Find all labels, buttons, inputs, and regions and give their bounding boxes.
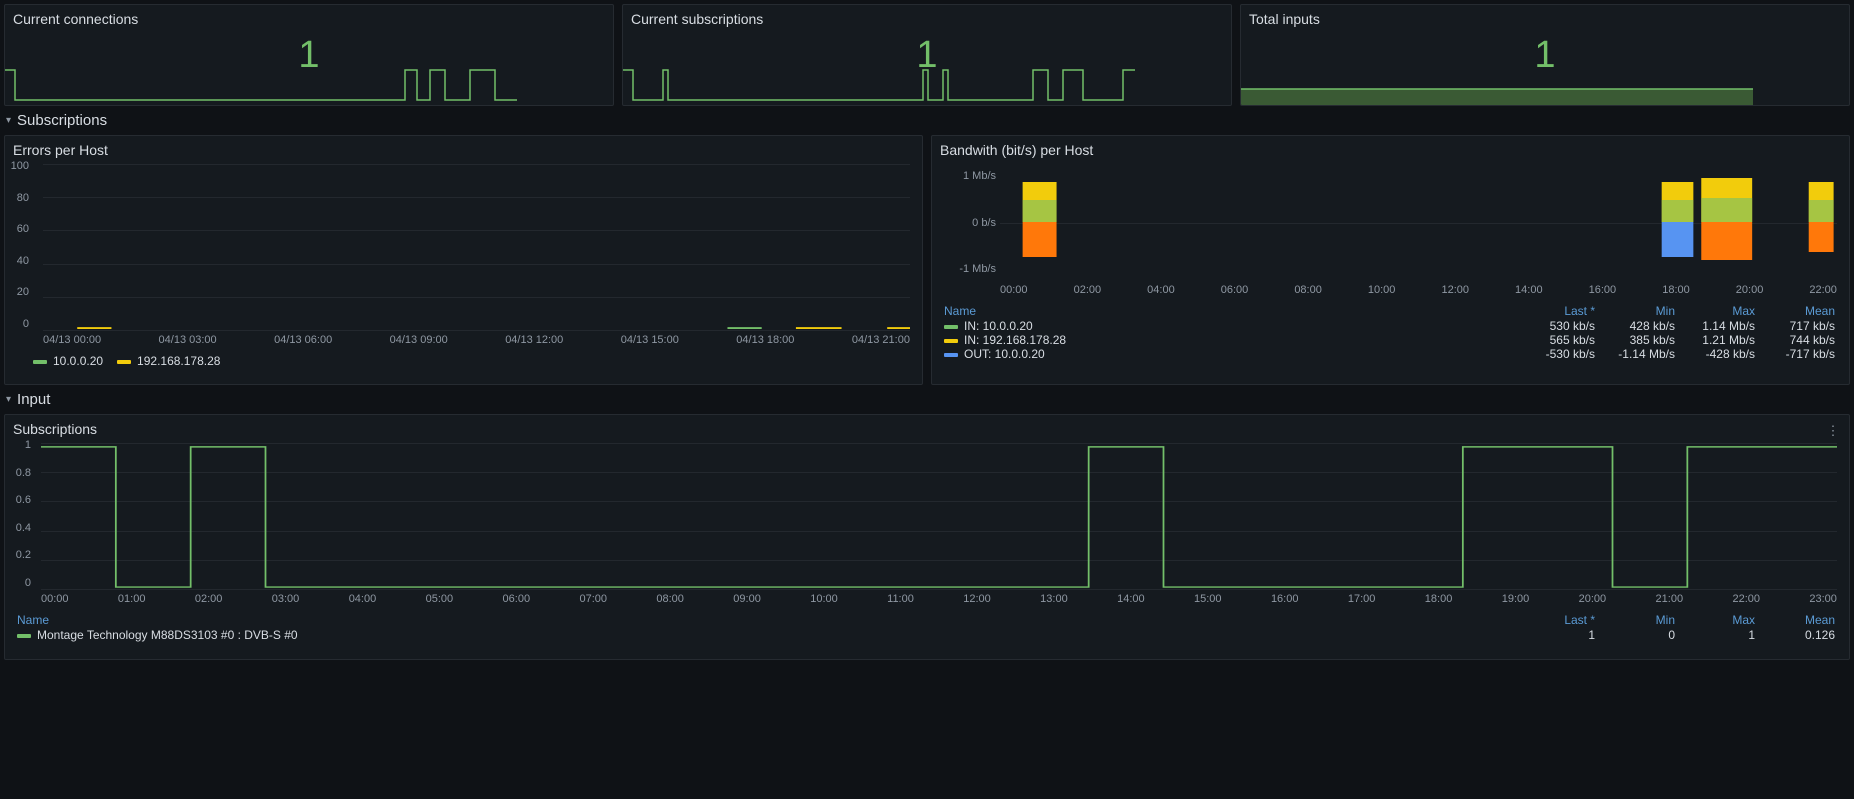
y-axis: 1 Mb/s0 b/s-1 Mb/s <box>940 170 1000 275</box>
legend-row[interactable]: Montage Technology M88DS3103 #0 : DVB-S … <box>13 628 1841 642</box>
legend-header[interactable]: Name Last * Min Max Mean <box>940 304 1841 319</box>
legend: 10.0.0.20 192.168.178.28 <box>13 350 914 368</box>
section-subscriptions-toggle[interactable]: ▾ Subscriptions <box>4 106 1850 135</box>
x-axis: 00:0002:0004:0006:0008:0010:0012:0014:00… <box>1000 284 1837 300</box>
panel-title: Total inputs <box>1249 11 1841 27</box>
section-title: Subscriptions <box>17 112 107 129</box>
panel-title: Bandwith (bit/s) per Host <box>940 142 1841 158</box>
panel-menu-icon[interactable]: ⋮ <box>1823 421 1843 441</box>
chevron-down-icon: ▾ <box>6 115 11 126</box>
panel-title: Current connections <box>13 11 605 27</box>
x-axis: 04/13 00:0004/13 03:0004/13 06:0004/13 0… <box>43 334 910 350</box>
chevron-down-icon: ▾ <box>6 394 11 405</box>
legend-swatch <box>944 325 958 329</box>
sparkline <box>1241 65 1753 105</box>
stat-current-connections[interactable]: Current connections 1 <box>4 4 614 106</box>
panel-title: Errors per Host <box>13 142 914 158</box>
legend-row[interactable]: IN: 10.0.0.20530 kb/s428 kb/s1.14 Mb/s71… <box>940 319 1841 333</box>
legend-swatch <box>944 339 958 343</box>
panel-title: Subscriptions <box>13 421 1841 437</box>
y-axis: 10.80.60.40.20 <box>0 439 35 589</box>
legend-row[interactable]: OUT: 10.0.0.20-530 kb/s-1.14 Mb/s-428 kb… <box>940 347 1841 361</box>
legend-row[interactable]: IN: 192.168.178.28565 kb/s385 kb/s1.21 M… <box>940 333 1841 347</box>
stat-current-subscriptions[interactable]: Current subscriptions 1 <box>622 4 1232 106</box>
sparkline <box>5 65 517 105</box>
legend-item[interactable]: 192.168.178.28 <box>117 354 220 368</box>
plot-area <box>41 443 1837 589</box>
legend-table: Name Last * Min Max Mean Montage Technol… <box>13 613 1841 642</box>
legend-swatch <box>117 360 131 364</box>
legend-item[interactable]: 10.0.0.20 <box>33 354 103 368</box>
stat-total-inputs[interactable]: Total inputs 1 <box>1240 4 1850 106</box>
panel-input-subscriptions[interactable]: Subscriptions ⋮ 10.80.60.40.20 00:0001:0… <box>4 414 1850 660</box>
panel-errors-per-host[interactable]: Errors per Host 100806040200 <box>4 135 923 385</box>
section-input-toggle[interactable]: ▾ Input <box>4 385 1850 414</box>
panel-bandwidth-per-host[interactable]: Bandwith (bit/s) per Host 1 Mb/s0 b/s-1 … <box>931 135 1850 385</box>
section-title: Input <box>17 391 50 408</box>
plot-area <box>1000 170 1837 275</box>
legend-swatch <box>33 360 47 364</box>
plot-area <box>43 164 910 330</box>
panel-title: Current subscriptions <box>631 11 1223 27</box>
series-line <box>41 443 1837 589</box>
sparkline <box>623 65 1135 105</box>
legend-header[interactable]: Name Last * Min Max Mean <box>13 613 1841 628</box>
legend-swatch <box>944 353 958 357</box>
x-axis: 00:0001:0002:0003:0004:0005:0006:0007:00… <box>41 593 1837 609</box>
legend-swatch <box>17 634 31 638</box>
y-axis: 100806040200 <box>0 160 33 330</box>
legend-table: Name Last * Min Max Mean IN: 10.0.0.2053… <box>940 304 1841 361</box>
